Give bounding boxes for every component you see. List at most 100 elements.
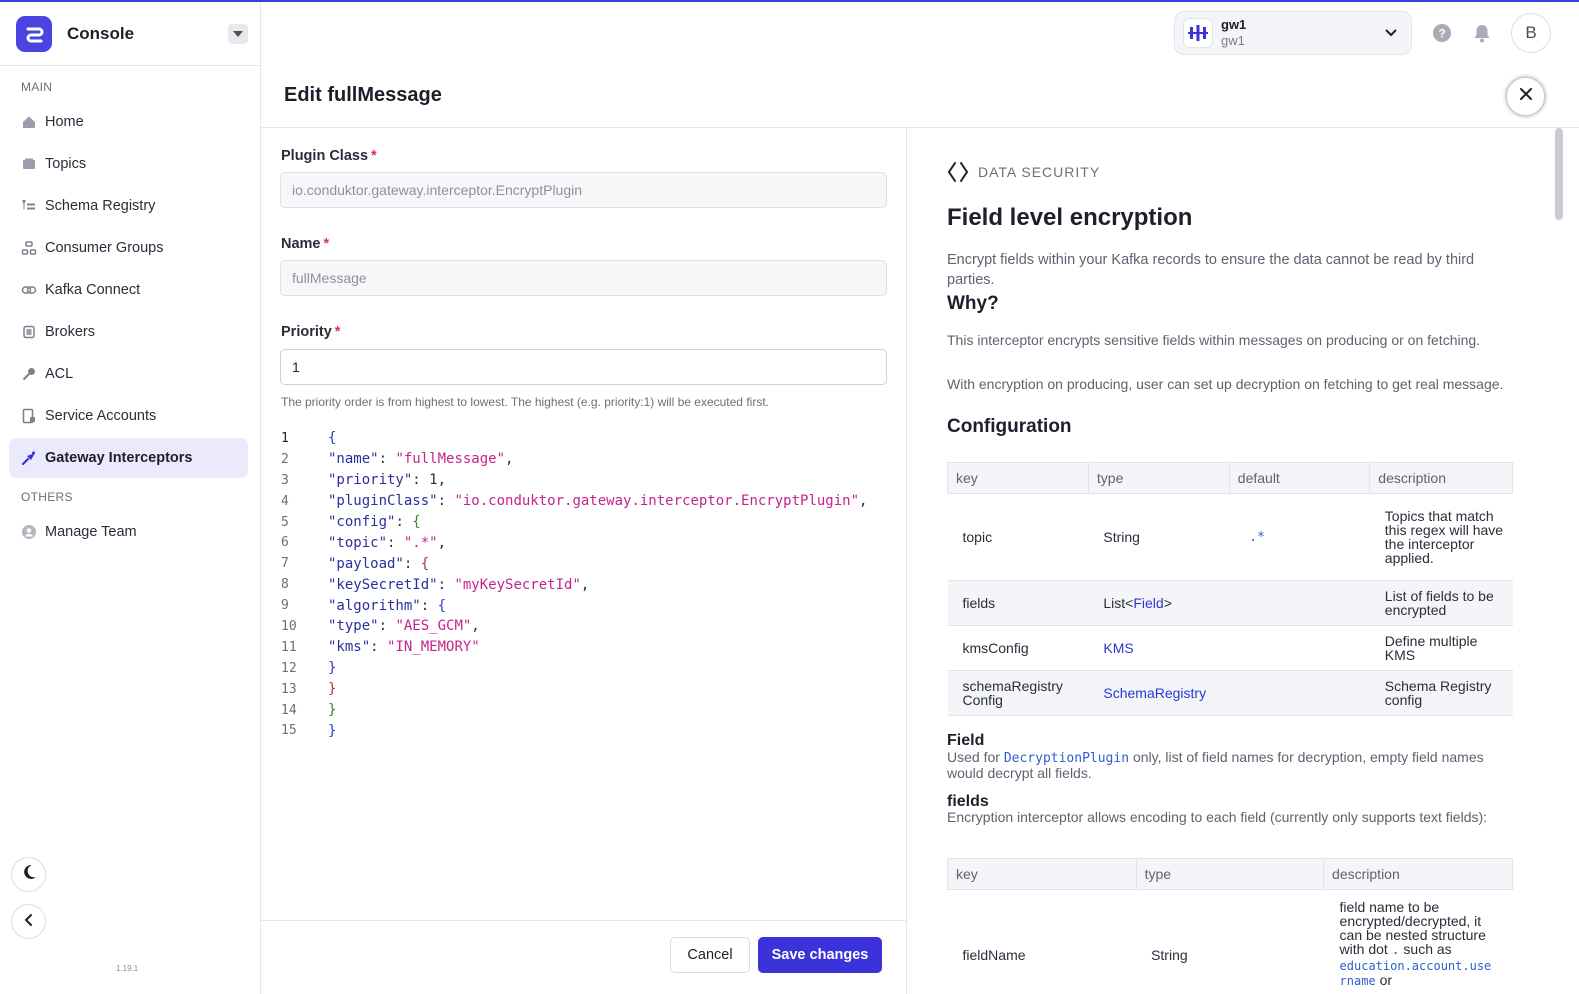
column-header: type	[1087, 462, 1230, 494]
sidebar-item-brokers[interactable]: Brokers	[9, 312, 248, 352]
docs-scrollbar[interactable]	[1555, 128, 1563, 220]
code-line: 3 "priority": 1,	[281, 472, 447, 489]
desc-code: .	[1391, 943, 1400, 958]
cell-type: List<Field>	[1088, 580, 1230, 626]
consumer-groups-icon	[21, 240, 37, 256]
desc-code: education.account.use rname	[1339, 959, 1492, 988]
kms-type-link[interactable]: KMS	[1103, 640, 1133, 656]
gateway-selector[interactable]: gw1 gw1	[1174, 11, 1412, 55]
schema-registry-type-link[interactable]: SchemaRegistry	[1103, 685, 1206, 701]
sidebar: Console MAIN Home Topics Schema Registry…	[0, 2, 261, 994]
others-nav: Manage Team	[0, 512, 260, 552]
table-row: kmsConfig KMS Define multiple KMS	[947, 625, 1513, 671]
code-line: 12 }	[281, 660, 337, 677]
column-header: key	[947, 858, 1137, 890]
docs-fields-description: Encryption interceptor allows encoding t…	[947, 809, 1488, 825]
sidebar-item-label: Brokers	[45, 324, 95, 340]
priority-helper-text: The priority order is from highest to lo…	[281, 395, 769, 409]
code-key: "keySecretId"	[328, 576, 438, 593]
name-label-text: Name	[281, 236, 321, 252]
sidebar-item-label: Home	[45, 114, 84, 130]
sidebar-item-consumer-groups[interactable]: Consumer Groups	[9, 228, 248, 268]
sidebar-item-acl[interactable]: ACL	[9, 354, 248, 394]
notifications-bell-icon[interactable]	[1472, 23, 1492, 43]
cancel-button[interactable]: Cancel	[670, 937, 750, 973]
required-mark: *	[323, 236, 330, 252]
line-number: 10	[281, 618, 297, 634]
gateway-icon	[1183, 18, 1213, 48]
config-code-editor[interactable]: 1{ 2 "name": "fullMessage", 3 "priority"…	[281, 428, 901, 741]
code-value: ".*"	[403, 534, 438, 551]
sidebar-item-topics[interactable]: Topics	[9, 144, 248, 184]
code-key: "pluginClass"	[328, 493, 438, 510]
name-input[interactable]: fullMessage	[280, 260, 887, 296]
code-line: 14 }	[281, 702, 337, 719]
sidebar-item-label: Gateway Interceptors	[45, 450, 193, 466]
field-type-link[interactable]: Field	[1133, 595, 1163, 611]
docs-why-paragraph-2: With encryption on producing, user can s…	[947, 376, 1504, 392]
docs-title: Field level encryption	[947, 204, 1193, 231]
code-key: "kms"	[328, 639, 371, 656]
user-avatar[interactable]: B	[1511, 13, 1551, 53]
column-header: default	[1228, 462, 1371, 494]
code-key: "payload"	[328, 555, 404, 572]
moon-icon	[20, 863, 38, 886]
sidebar-item-kafka-connect[interactable]: Kafka Connect	[9, 270, 248, 310]
sidebar-item-label: ACL	[45, 366, 74, 382]
cell-description: Define multiple KMS	[1369, 625, 1513, 671]
priority-input[interactable]: 1	[280, 349, 887, 385]
save-changes-button[interactable]: Save changes	[758, 937, 882, 973]
docs-why-title: Why?	[947, 293, 999, 314]
code-value: "io.conduktor.gateway.interceptor.Encryp…	[454, 493, 860, 510]
docs-why-paragraph-1: This interceptor encrypts sensitive fiel…	[947, 332, 1481, 348]
cell-default	[1229, 670, 1370, 716]
code-line: 2 "name": "fullMessage",	[281, 451, 514, 468]
code-key: "priority"	[328, 472, 413, 489]
cell-key: fields	[947, 580, 1089, 626]
theme-toggle-button[interactable]	[11, 857, 46, 892]
cell-default	[1229, 580, 1370, 626]
docs-configuration-title: Configuration	[947, 416, 1072, 437]
desc-text: or	[1379, 972, 1393, 988]
cell-key: schemaRegistry Config	[947, 670, 1089, 716]
svg-text:?: ?	[1438, 27, 1445, 41]
help-icon[interactable]: ?	[1432, 23, 1452, 43]
sidebar-item-label: Schema Registry	[45, 198, 156, 214]
close-button[interactable]	[1505, 76, 1546, 117]
code-brackets-icon	[947, 161, 969, 183]
decryption-plugin-code: DecryptionPlugin	[1003, 751, 1130, 766]
topics-icon	[21, 156, 37, 172]
table-row: topic String .* Topics that match this r…	[947, 493, 1513, 581]
table-header-row: key type default description	[947, 462, 1513, 494]
column-header: key	[947, 462, 1089, 494]
line-number: 12	[281, 660, 297, 676]
sidebar-item-home[interactable]: Home	[9, 102, 248, 142]
cell-type: KMS	[1088, 625, 1230, 671]
collapse-sidebar-button[interactable]	[11, 904, 46, 939]
code-line: 4 "pluginClass": "io.conduktor.gateway.i…	[281, 493, 868, 510]
section-others-label: OTHERS	[21, 490, 73, 504]
table-row: fields List<Field> List of fields to be …	[947, 580, 1513, 626]
sidebar-item-label: Manage Team	[45, 524, 137, 540]
key-icon	[21, 366, 37, 382]
sidebar-item-schema-registry[interactable]: Schema Registry	[9, 186, 248, 226]
cell-type: SchemaRegistry	[1088, 670, 1230, 716]
sidebar-item-manage-team[interactable]: Manage Team	[9, 512, 248, 552]
kafka-connect-icon	[21, 282, 37, 298]
app-name: Console	[67, 23, 135, 43]
app-switcher-caret-icon[interactable]	[228, 23, 248, 44]
plugin-class-input[interactable]: io.conduktor.gateway.interceptor.Encrypt…	[280, 172, 887, 208]
sidebar-item-gateway-interceptors[interactable]: Gateway Interceptors	[9, 438, 248, 478]
logo-icon[interactable]	[16, 15, 52, 52]
chevron-left-icon	[22, 911, 36, 932]
column-header: description	[1323, 858, 1513, 890]
service-accounts-icon	[21, 408, 37, 424]
schema-icon	[21, 198, 37, 214]
type-suffix: >	[1163, 595, 1172, 611]
main-nav: Home Topics Schema Registry Consumer Gro…	[0, 102, 260, 478]
table-row: schemaRegistry Config SchemaRegistry Sch…	[947, 670, 1513, 716]
code-value: "fullMessage"	[395, 451, 506, 468]
sidebar-item-service-accounts[interactable]: Service Accounts	[9, 396, 248, 436]
line-number: 7	[281, 556, 289, 572]
code-line: 15}	[281, 722, 337, 739]
